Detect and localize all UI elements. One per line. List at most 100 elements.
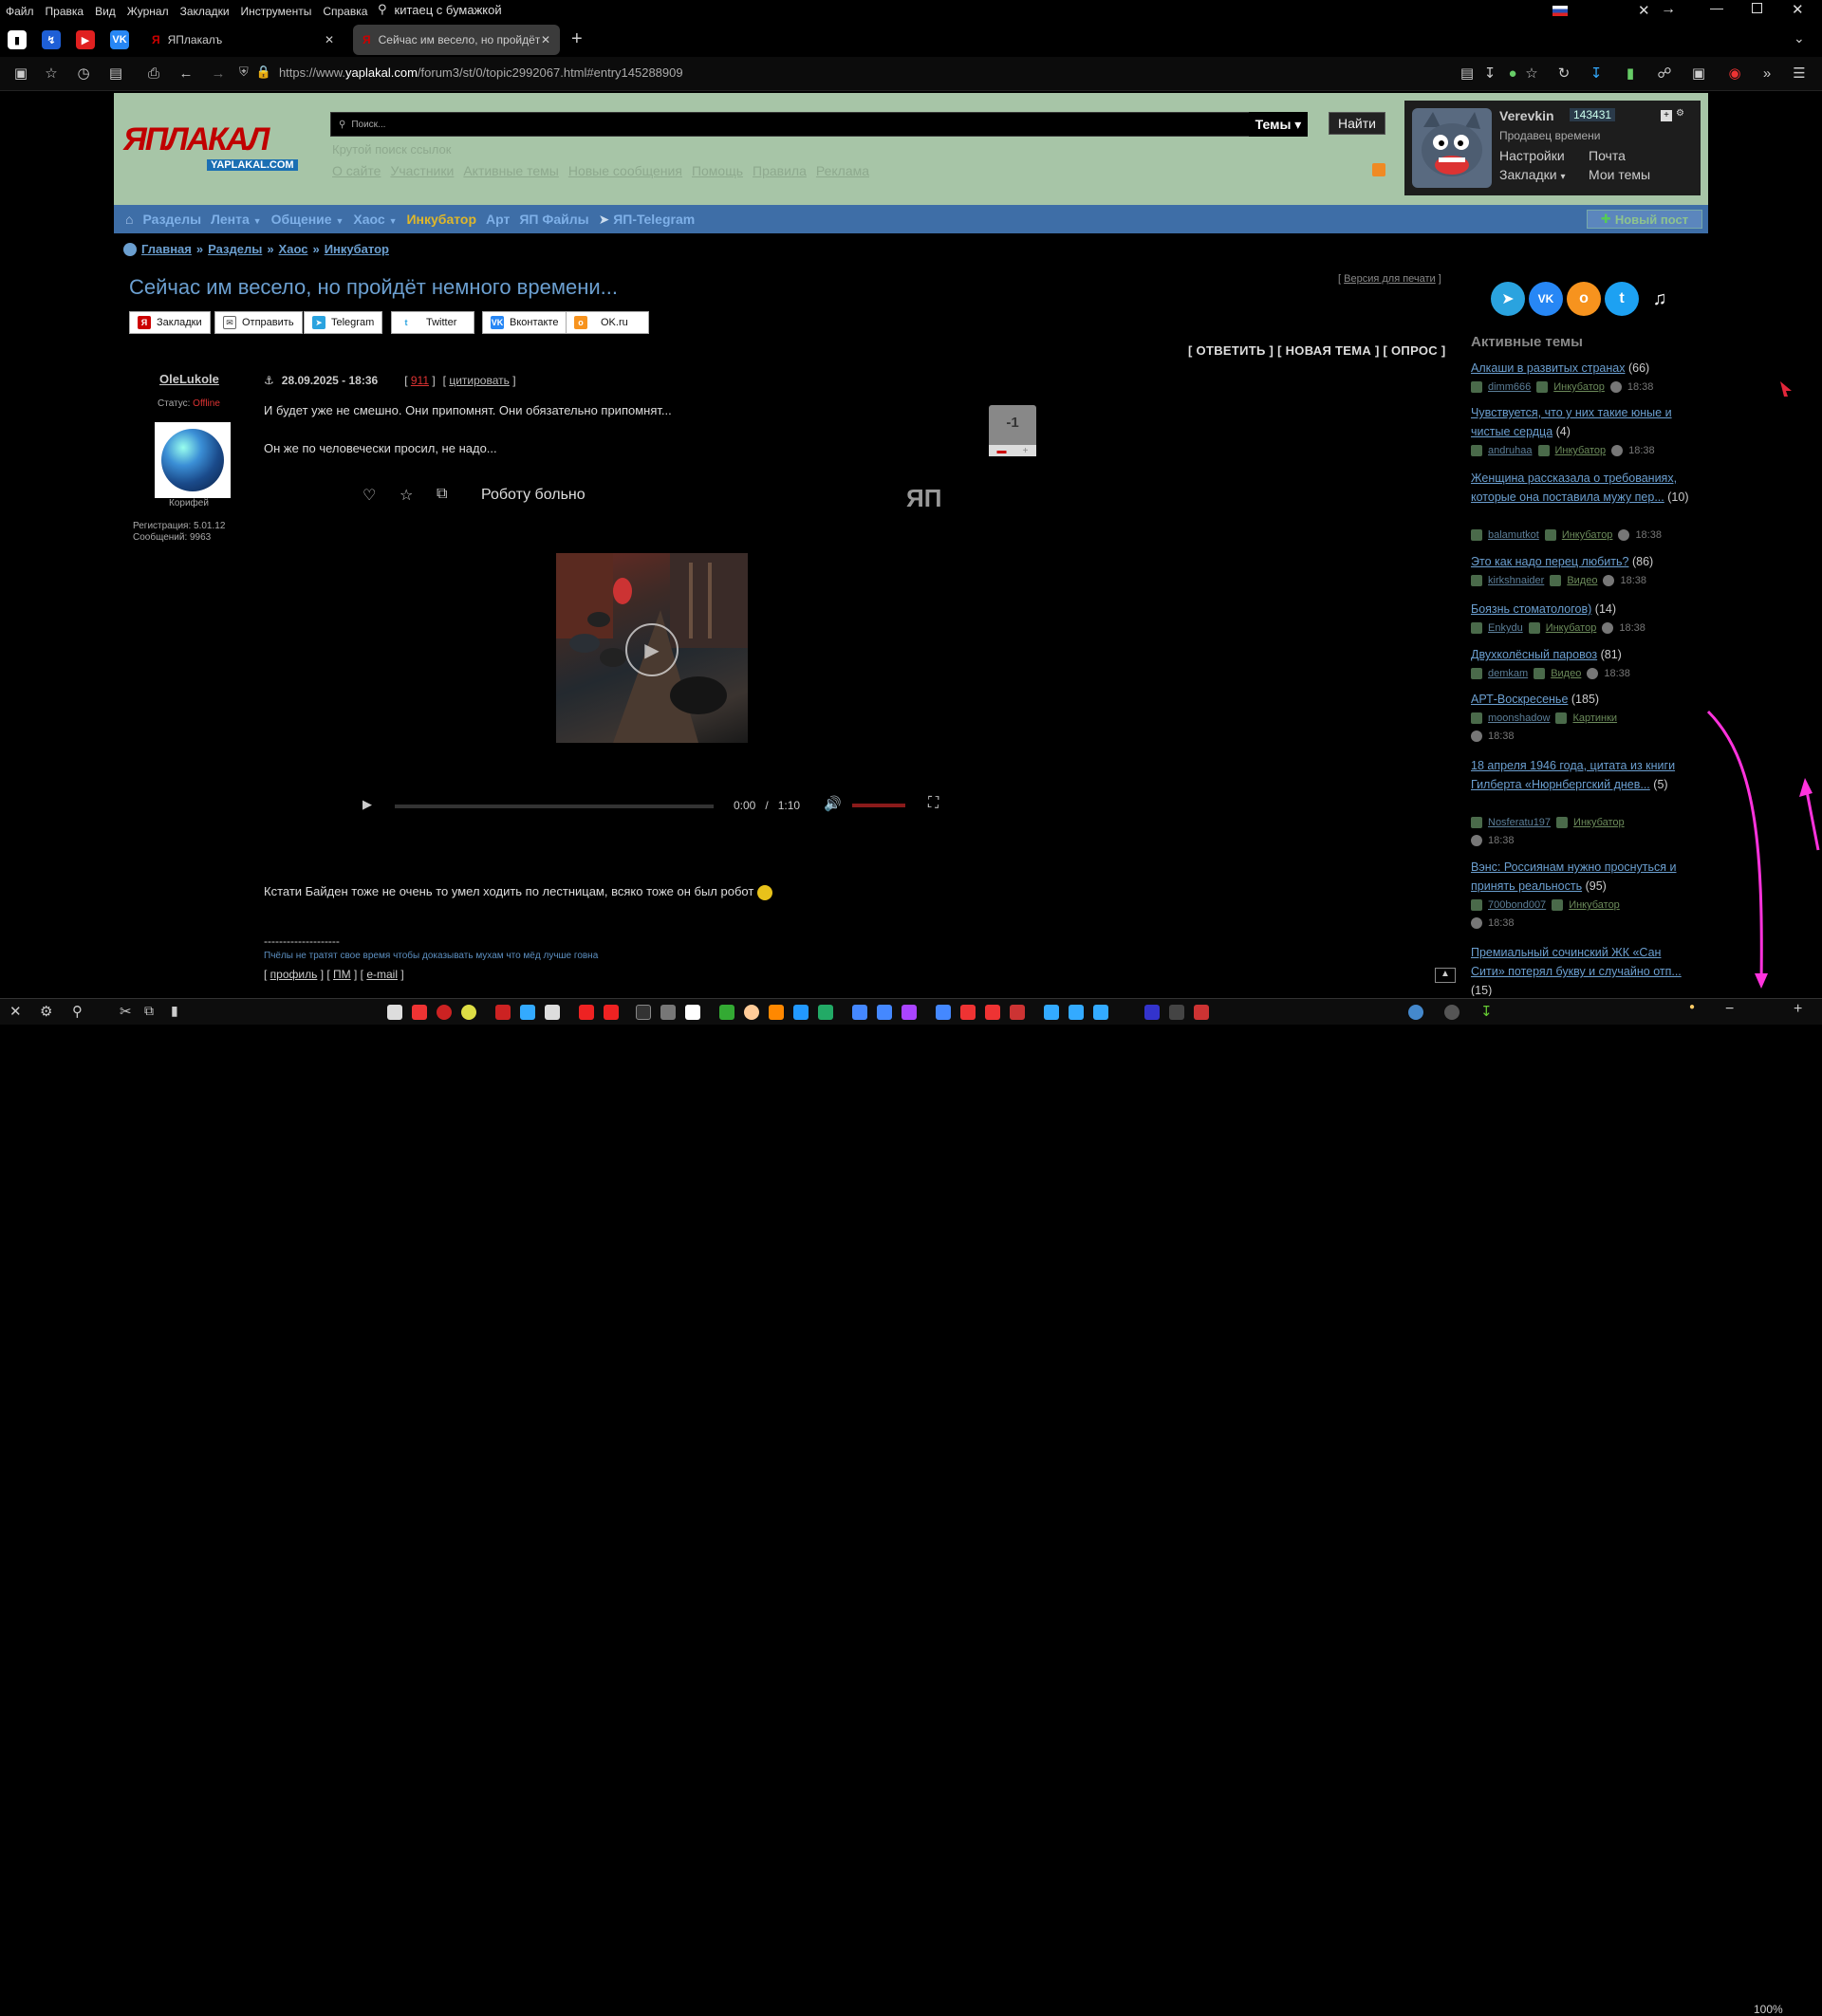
topic-link[interactable]: Алкаши в развитых странах — [1471, 361, 1625, 375]
globe-icon[interactable]: ● — [1503, 65, 1522, 83]
app-icon[interactable] — [936, 1005, 951, 1020]
quote-link[interactable]: цитировать — [449, 374, 510, 387]
settings-small-icon[interactable]: ⚙ — [1676, 108, 1684, 119]
link-members[interactable]: Участники — [390, 163, 454, 178]
search-icon[interactable]: ⚲ — [72, 1003, 83, 1020]
zoom-in-icon[interactable]: + — [1794, 1001, 1802, 1018]
site-search-input[interactable]: ⚲ Поиск... — [330, 112, 1308, 137]
star-icon[interactable]: ☆ — [1522, 65, 1541, 83]
tab-yaplakal[interactable]: Я ЯПлакалъ ✕ — [142, 25, 344, 55]
topic-user[interactable]: dimm666 — [1488, 381, 1531, 393]
home-icon[interactable]: ⌂ — [125, 212, 133, 227]
list-item[interactable]: Премиальный сочинский ЖК «Сан Сити» поте… — [1471, 943, 1697, 996]
topic-section[interactable]: Видео — [1567, 575, 1597, 586]
email-link[interactable]: e-mail — [366, 968, 398, 981]
menu-history[interactable]: Журнал — [121, 5, 175, 18]
tab-topic[interactable]: Я Сейчас им весело, но пройдёт ✕ — [353, 25, 560, 55]
youtube-icon[interactable] — [579, 1005, 594, 1020]
plus-icon[interactable]: + — [1661, 110, 1672, 121]
volume-icon[interactable]: 🔊 — [824, 795, 842, 812]
anchor-icon[interactable]: ⚓ — [264, 374, 274, 387]
list-item[interactable]: Женщина рассказала о требованиях, которы… — [1471, 469, 1697, 507]
link-about[interactable]: О сайте — [332, 163, 381, 178]
maximize-icon[interactable] — [1752, 3, 1762, 13]
app-icon[interactable] — [877, 1005, 892, 1020]
topic-section[interactable]: Инкубатор — [1573, 817, 1625, 828]
link-help[interactable]: Помощь — [692, 163, 743, 178]
menu-help[interactable]: Справка — [317, 5, 373, 18]
topic-section[interactable]: Инкубатор — [1569, 899, 1620, 911]
list-item[interactable]: Боязнь стоматологов) (14) — [1471, 600, 1697, 619]
themes-dropdown[interactable]: Темы ▾ — [1249, 112, 1308, 137]
topic-user[interactable]: andruhaa — [1488, 445, 1533, 456]
app-icon[interactable] — [769, 1005, 784, 1020]
avatar[interactable] — [155, 422, 231, 498]
app-icon[interactable] — [1069, 1005, 1084, 1020]
youtube-icon[interactable]: ▶ — [76, 30, 95, 49]
vk-icon[interactable]: VK — [1529, 282, 1563, 316]
reload-icon[interactable]: ↻ — [1554, 65, 1573, 83]
pinned-tab-icon[interactable]: ▮ — [8, 30, 27, 49]
close-icon[interactable]: ✕ — [1638, 2, 1650, 19]
topic-user[interactable]: kirkshnaider — [1488, 575, 1544, 586]
find-button[interactable]: Найти — [1329, 112, 1385, 135]
tab-close-icon[interactable]: ✕ — [325, 33, 334, 46]
app-icon[interactable] — [818, 1005, 833, 1020]
topic-actions[interactable]: [ ОТВЕТИТЬ ] [ НОВАЯ ТЕМА ] [ ОПРОС ] — [1188, 343, 1446, 358]
breadcrumb-chaos[interactable]: Хаос — [279, 242, 308, 256]
search-hint[interactable]: Крутой поиск ссылок — [332, 142, 451, 157]
app-icon[interactable] — [1408, 1005, 1423, 1020]
app-icon[interactable] — [545, 1005, 560, 1020]
topic-section[interactable]: Инкубатор — [1562, 529, 1613, 541]
list-item[interactable]: Это как надо перец любить? (86) — [1471, 552, 1697, 571]
video-progress-bar[interactable] — [395, 805, 714, 808]
topic-link[interactable]: Женщина рассказала о требованиях, которы… — [1471, 472, 1677, 504]
link-new[interactable]: Новые сообщения — [568, 163, 682, 178]
topic-link[interactable]: Чувствуется, что у них такие юные и чист… — [1471, 406, 1672, 438]
post-author[interactable]: OleLukole — [159, 372, 219, 386]
app-icon[interactable] — [520, 1005, 535, 1020]
nav-talk[interactable]: Общение ▼ — [271, 212, 344, 227]
app-icon[interactable] — [685, 1005, 700, 1020]
topic-user[interactable]: Enkydu — [1488, 622, 1523, 634]
menu-view[interactable]: Вид — [89, 5, 121, 18]
print-version-link[interactable]: [ Версия для печати ] — [1338, 273, 1441, 285]
forward-icon[interactable]: → — [209, 65, 228, 83]
copy-icon[interactable]: ⧉ — [144, 1003, 154, 1019]
pm-link[interactable]: ПМ — [333, 968, 351, 981]
ok-icon[interactable]: o — [1567, 282, 1601, 316]
link-rules[interactable]: Правила — [753, 163, 807, 178]
zoom-level[interactable]: 100% — [1754, 2003, 1783, 2016]
nav-sections[interactable]: Разделы — [142, 212, 201, 227]
user-topics-link[interactable]: Мои темы — [1589, 167, 1650, 182]
tiktok-icon[interactable]: ♫ — [1643, 282, 1677, 316]
go-arrow-icon[interactable]: → — [1661, 1, 1676, 18]
extension-badge[interactable]: ● — [1689, 1002, 1695, 1012]
user-name[interactable]: Verevkin — [1499, 108, 1554, 123]
list-item[interactable]: Вэнс: Россиянам нужно проснуться и приня… — [1471, 858, 1697, 896]
paste-icon[interactable]: ▮ — [171, 1003, 178, 1019]
cut-icon[interactable]: ✂ — [120, 1003, 132, 1020]
reader-icon[interactable]: ▤ — [1458, 65, 1477, 83]
link-active[interactable]: Активные темы — [463, 163, 559, 178]
app-icon[interactable] — [1444, 1005, 1459, 1020]
download-icon[interactable]: ↧ — [1587, 65, 1606, 83]
user-avatar[interactable] — [1412, 108, 1492, 188]
share-twitter-button[interactable]: t Twitter — [391, 311, 474, 334]
downloads-folder-icon[interactable]: ▤ — [106, 65, 125, 83]
ublock-icon[interactable]: ◉ — [1725, 65, 1744, 83]
app-icon[interactable] — [960, 1005, 976, 1020]
topic-section[interactable]: Инкубатор — [1553, 381, 1605, 393]
topic-link[interactable]: Боязнь стоматологов) — [1471, 602, 1591, 616]
app-icon[interactable] — [1194, 1005, 1209, 1020]
app-icon[interactable] — [437, 1005, 452, 1020]
list-item[interactable]: Двухколёсный паровоз (81) — [1471, 645, 1697, 664]
history-icon[interactable]: ◷ — [74, 65, 93, 83]
topic-user[interactable]: balamutkot — [1488, 529, 1539, 541]
heart-icon[interactable]: ♡ — [363, 486, 376, 505]
list-item[interactable]: АРТ-Воскресенье (185) — [1471, 690, 1697, 709]
breadcrumb-sections[interactable]: Разделы — [208, 242, 262, 256]
topic-user[interactable]: Nosferatu197 — [1488, 817, 1551, 828]
topic-link[interactable]: Двухколёсный паровоз — [1471, 648, 1597, 661]
nav-files[interactable]: ЯП Файлы — [519, 212, 588, 227]
